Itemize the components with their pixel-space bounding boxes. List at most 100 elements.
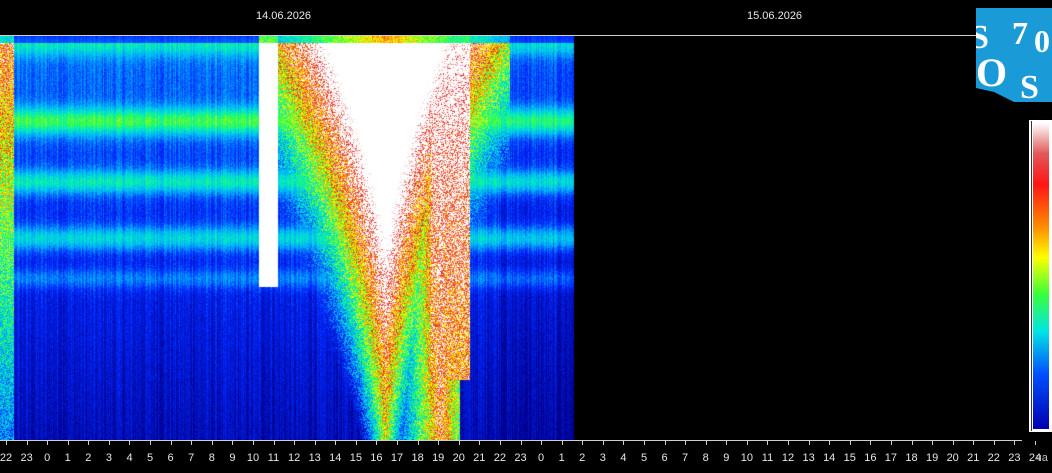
x-tick-label: 10 [246, 452, 260, 464]
x-tick-label: 16 [370, 452, 383, 464]
colorbar [1033, 123, 1049, 429]
x-tick [994, 441, 995, 445]
x-tick [253, 441, 254, 445]
x-tick [212, 441, 213, 445]
x-tick-label: 11 [267, 452, 280, 464]
x-tick [335, 441, 336, 445]
spectrogram-area [0, 36, 1020, 440]
x-tick [541, 441, 542, 445]
x-tick-label: 20 [452, 452, 465, 464]
x-tick-label: 2 [579, 452, 586, 464]
x-tick [562, 441, 563, 445]
x-tick [6, 441, 7, 445]
x-tick-label: 7 [188, 452, 195, 464]
x-tick-label: 21 [473, 452, 486, 464]
date-label-left: 14.06.2026 [256, 10, 312, 22]
x-tick [644, 441, 645, 445]
x-tick [870, 441, 871, 445]
x-tick-label: 23 [1008, 452, 1021, 464]
x-tick-label: 11 [761, 452, 774, 464]
sos70-logo: S 7 0 O S [976, 8, 1052, 102]
x-tick-label: 8 [702, 452, 709, 464]
x-tick [953, 441, 954, 445]
x-tick [294, 441, 295, 445]
x-tick-label: 23 [514, 452, 527, 464]
x-tick-label: 1 [558, 452, 565, 464]
x-tick [500, 441, 501, 445]
x-tick [912, 441, 913, 445]
x-tick-label: 1 [64, 452, 71, 464]
x-unit-label: ча [1036, 452, 1048, 464]
x-tick-label: 19 [432, 452, 445, 464]
x-tick-label: 14 [823, 452, 836, 464]
x-tick [232, 441, 233, 445]
logo-digit-7: 7 [1012, 15, 1028, 51]
x-tick [582, 441, 583, 445]
x-tick [1014, 441, 1015, 445]
x-tick [767, 441, 768, 445]
x-tick-label: 17 [884, 452, 898, 464]
x-tick [88, 441, 89, 445]
logo-digit-0: 0 [1034, 23, 1050, 59]
x-tick [809, 441, 810, 445]
x-tick-label: 9 [723, 452, 730, 464]
x-tick-label: 4 [126, 452, 133, 464]
x-tick [68, 441, 69, 445]
x-tick-label: 22 [987, 452, 1000, 464]
x-tick [521, 441, 522, 445]
date-label-right: 15.06.2026 [747, 10, 803, 22]
x-tick-label: 3 [599, 452, 606, 464]
x-tick [479, 441, 480, 445]
x-tick [706, 441, 707, 445]
x-tick [932, 441, 933, 445]
x-tick [685, 441, 686, 445]
x-tick [274, 441, 275, 445]
x-tick-label: 17 [390, 452, 404, 464]
x-tick [376, 441, 377, 445]
x-axis: 22 23 0 1 2 3 4 5 6 7 8 9 10 11 12 13 14 15 16 17 18 19 20 21 22… [0, 441, 1052, 473]
logo-letter-o: O [976, 50, 1007, 95]
x-tick [418, 441, 419, 445]
x-tick-label: 15 [843, 452, 856, 464]
x-tick [788, 441, 789, 445]
x-tick-label: 5 [147, 452, 154, 464]
x-tick-label: 23 [20, 452, 33, 464]
x-tick [438, 441, 439, 445]
x-tick [315, 441, 316, 445]
x-tick-label: 13 [802, 452, 815, 464]
date-header: 14.06.2026 15.06.2026 [0, 0, 1052, 36]
x-tick [623, 441, 624, 445]
x-tick-label: 2 [85, 452, 92, 464]
x-tick [829, 441, 830, 445]
x-tick [726, 441, 727, 445]
x-tick [665, 441, 666, 445]
x-tick-label: 13 [308, 452, 321, 464]
x-tick-label: 12 [781, 452, 795, 464]
x-tick-label: 20 [946, 452, 959, 464]
x-tick-label: 5 [640, 452, 648, 464]
x-tick-label: 16 [864, 452, 877, 464]
x-tick [27, 441, 28, 445]
x-tick-label: 10 [740, 452, 754, 464]
x-tick-label: 19 [925, 452, 939, 464]
x-tick-label: 4 [620, 452, 627, 464]
x-tick [747, 441, 748, 445]
x-tick [459, 441, 460, 445]
x-tick [109, 441, 110, 445]
x-tick [171, 441, 172, 445]
x-tick-label: 21 [967, 452, 980, 464]
x-tick-label: 6 [167, 452, 174, 464]
x-tick-label: 22 [0, 452, 13, 464]
x-tick-label: 8 [208, 452, 215, 464]
x-tick [129, 441, 130, 445]
logo-letter-s2: S [1020, 69, 1039, 102]
spectrogram-canvas [0, 36, 1020, 440]
x-tick-label: 22 [493, 452, 507, 464]
x-tick [191, 441, 192, 445]
x-tick [1035, 441, 1036, 445]
x-tick-label: 6 [661, 452, 668, 464]
x-tick [850, 441, 851, 445]
x-tick [973, 441, 974, 445]
x-tick-label: 14 [329, 452, 342, 464]
x-tick-label: 12 [287, 452, 301, 464]
